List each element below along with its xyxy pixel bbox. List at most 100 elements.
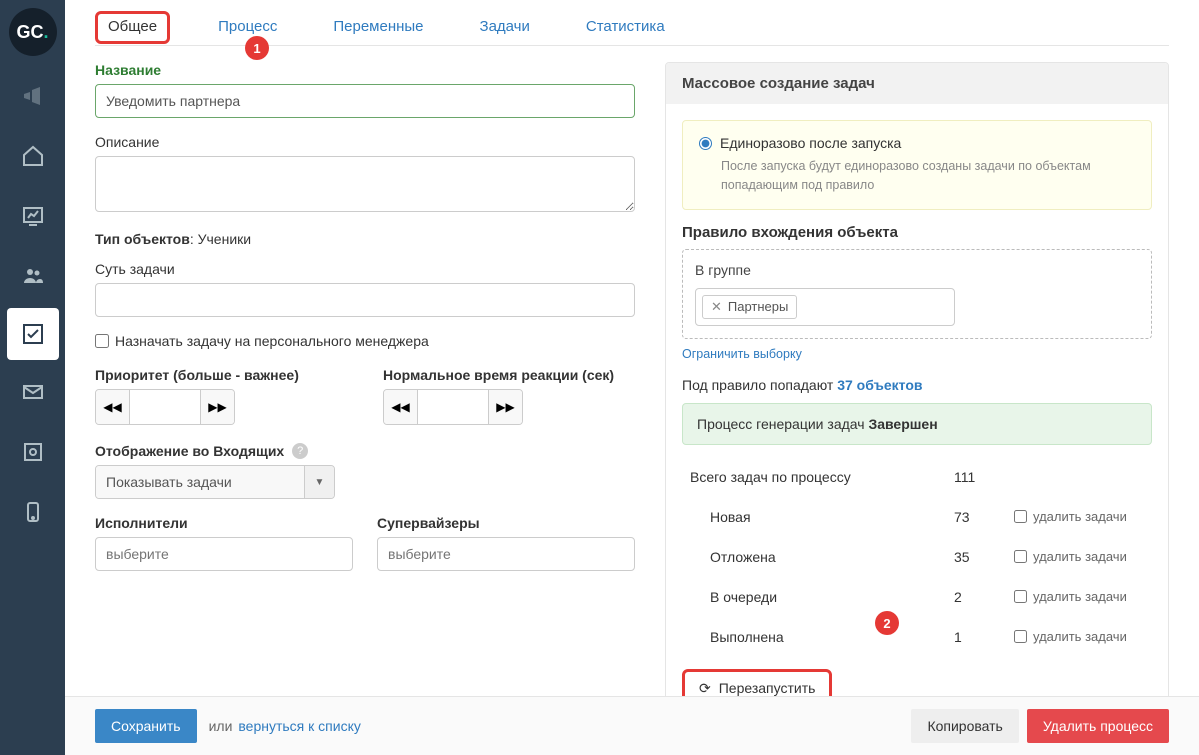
table-row: Новая 73 удалить задачи (682, 497, 1152, 537)
reaction-label: Нормальное время реакции (сек) (383, 367, 635, 383)
left-column: Название Описание Тип объектов: Ученики … (95, 62, 635, 725)
rule-label: Правило вхождения объекта (682, 224, 1152, 241)
help-icon[interactable]: ? (292, 443, 308, 459)
row-value: 73 (954, 509, 1014, 525)
radio-option-once: Единоразово после запуска После запуска … (682, 120, 1152, 210)
table-row: Выполнена 1 удалить задачи (682, 617, 1152, 657)
executors-label: Исполнители (95, 515, 353, 531)
tab-tasks[interactable]: Задачи (472, 12, 538, 45)
group-tag: ✕ Партнеры (702, 295, 797, 319)
desc-textarea[interactable] (95, 156, 635, 212)
stats-table: Всего задач по процессу 111 Новая 73 уда… (682, 457, 1152, 657)
subject-input[interactable] (95, 283, 635, 317)
priority-label: Приоритет (больше - важнее) (95, 367, 347, 383)
row-value: 35 (954, 549, 1014, 565)
status-prefix: Процесс генерации задач (697, 416, 868, 432)
rule-in-group: В группе (695, 262, 1139, 278)
mail-icon[interactable] (0, 362, 65, 422)
delete-label: удалить задачи (1033, 629, 1127, 644)
delete-label: удалить задачи (1033, 549, 1127, 564)
priority-increment[interactable]: ▶▶ (200, 390, 234, 424)
tab-general[interactable]: Общее (95, 11, 170, 44)
limit-selection-link[interactable]: Ограничить выборку (682, 347, 802, 361)
group-tag-label: Партнеры (728, 299, 788, 314)
callout-badge-1: 1 (245, 36, 269, 60)
logo: GC. (9, 8, 57, 56)
sidebar: GC. (0, 0, 65, 755)
delete-label: удалить задачи (1033, 509, 1127, 524)
hits-prefix: Под правило попадают (682, 377, 837, 393)
rule-hits: Под правило попадают 37 объектов (682, 377, 1152, 393)
right-column: Массовое создание задач Единоразово посл… (665, 62, 1169, 725)
delete-label: удалить задачи (1033, 589, 1127, 604)
reaction-increment[interactable]: ▶▶ (488, 390, 522, 424)
generation-status: Процесс генерации задач Завершен (682, 403, 1152, 445)
personal-manager-checkbox[interactable] (95, 334, 109, 348)
logo-text: GC (16, 22, 43, 43)
footer: Сохранить или вернуться к списку Копиров… (65, 696, 1199, 755)
title-label: Название (95, 62, 635, 78)
row-label: Новая (690, 509, 954, 525)
footer-or: или (209, 718, 233, 734)
back-link[interactable]: вернуться к списку (238, 718, 360, 734)
once-radio-desc: После запуска будут единоразово созданы … (699, 157, 1135, 195)
checkmark-icon[interactable] (7, 308, 59, 360)
hits-link[interactable]: 37 объектов (837, 377, 922, 393)
announcement-icon[interactable] (0, 66, 65, 126)
row-label: В очереди (690, 589, 954, 605)
delete-checkbox[interactable] (1014, 630, 1027, 643)
row-label: Выполнена (690, 629, 954, 645)
chevron-down-icon: ▼ (304, 466, 334, 498)
safe-icon[interactable] (0, 422, 65, 482)
reaction-stepper: ◀◀ ▶▶ (383, 389, 523, 425)
subject-label: Суть задачи (95, 261, 635, 277)
reaction-decrement[interactable]: ◀◀ (384, 390, 418, 424)
tab-stats[interactable]: Статистика (578, 12, 673, 45)
delete-checkbox[interactable] (1014, 590, 1027, 603)
objtype-value: Ученики (198, 231, 251, 247)
objtype-label: Тип объектов (95, 231, 190, 247)
reaction-value[interactable] (418, 390, 488, 424)
remove-tag-icon[interactable]: ✕ (711, 299, 722, 315)
delete-process-button[interactable]: Удалить процесс (1027, 709, 1169, 743)
rule-box: В группе ✕ Партнеры (682, 249, 1152, 339)
mass-create-panel: Массовое создание задач Единоразово посл… (665, 62, 1169, 725)
tab-variables[interactable]: Переменные (325, 12, 431, 45)
priority-stepper: ◀◀ ▶▶ (95, 389, 235, 425)
once-radio-label: Единоразово после запуска (720, 135, 901, 151)
priority-value[interactable] (130, 390, 200, 424)
personal-manager-label: Назначать задачу на персонального менедж… (115, 333, 429, 349)
table-row: Отложена 35 удалить задачи (682, 537, 1152, 577)
panel-title: Массовое создание задач (666, 63, 1168, 104)
title-input[interactable] (95, 84, 635, 118)
supervisors-input[interactable] (377, 537, 635, 571)
desc-label: Описание (95, 134, 635, 150)
logo-dot: . (43, 22, 48, 43)
phone-icon[interactable] (0, 482, 65, 542)
status-value: Завершен (868, 416, 937, 432)
supervisors-label: Супервайзеры (377, 515, 635, 531)
save-button[interactable]: Сохранить (95, 709, 197, 743)
executors-input[interactable] (95, 537, 353, 571)
once-radio[interactable] (699, 137, 712, 150)
delete-checkbox[interactable] (1014, 510, 1027, 523)
row-value: 2 (954, 589, 1014, 605)
chart-icon[interactable] (0, 186, 65, 246)
restart-label: Перезапустить (719, 680, 816, 696)
home-icon[interactable] (0, 126, 65, 186)
refresh-icon: ⟳ (699, 680, 711, 697)
total-label: Всего задач по процессу (690, 469, 954, 485)
group-tag-input[interactable]: ✕ Партнеры (695, 288, 955, 326)
main-content: Общее Процесс Переменные Задачи Статисти… (65, 0, 1199, 755)
inbox-label: Отображение во Входящих (95, 443, 284, 459)
inbox-select-value: Показывать задачи (96, 466, 304, 498)
row-value: 1 (954, 629, 1014, 645)
priority-decrement[interactable]: ◀◀ (96, 390, 130, 424)
delete-checkbox[interactable] (1014, 550, 1027, 563)
copy-button[interactable]: Копировать (911, 709, 1018, 743)
callout-badge-2: 2 (875, 611, 899, 635)
inbox-select[interactable]: Показывать задачи ▼ (95, 465, 335, 499)
users-icon[interactable] (0, 246, 65, 306)
row-label: Отложена (690, 549, 954, 565)
total-value: 111 (954, 469, 1014, 485)
